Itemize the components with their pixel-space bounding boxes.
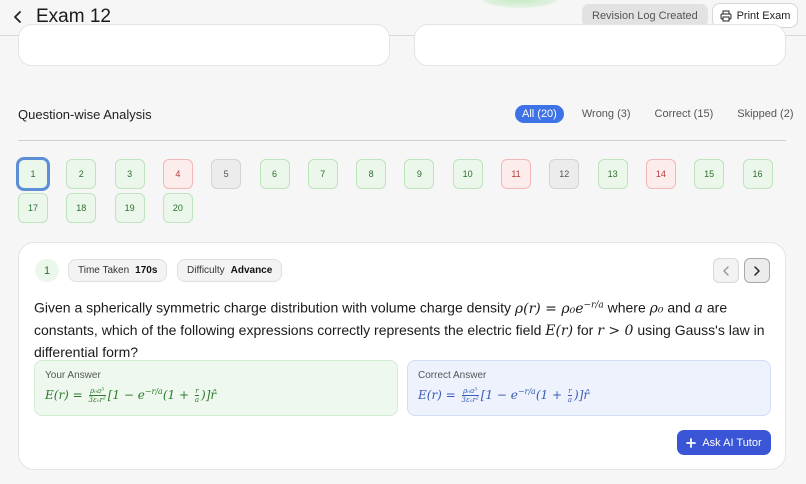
- summary-card-left: [18, 24, 390, 66]
- question-button[interactable]: 12: [549, 159, 580, 189]
- question-button[interactable]: 9: [404, 159, 435, 189]
- formula-bracket: [1 − e: [107, 388, 145, 402]
- math-density: ρ(r) = ρ₀e−r/a: [514, 300, 604, 317]
- correct-answer-formula: E(r) = ρ₀a³ 3ε₀r² [1 − e−r/a(1 + r a)]r̂: [418, 387, 760, 404]
- chevron-left-icon: [14, 11, 21, 23]
- question-button[interactable]: 8: [356, 159, 387, 189]
- plus-icon: [686, 437, 697, 448]
- formula-paren: (1 +: [162, 388, 193, 402]
- question-number-badge: 1: [35, 259, 59, 282]
- time-taken-pill: Time Taken 170s: [68, 259, 168, 282]
- question-button[interactable]: 19: [114, 193, 145, 223]
- formula-lhs: E(r) =: [45, 388, 87, 402]
- difficulty-label: Difficulty: [187, 265, 225, 276]
- question-button[interactable]: 15: [694, 159, 725, 189]
- previous-question-button[interactable]: [713, 258, 739, 283]
- question-text-part: Given a spherically symmetric charge dis…: [34, 299, 515, 316]
- question-button[interactable]: 4: [162, 159, 193, 189]
- formula-fraction: ra: [567, 387, 573, 404]
- formula-denominator: a: [194, 396, 200, 404]
- question-button[interactable]: 18: [66, 193, 97, 223]
- next-question-button[interactable]: [744, 258, 770, 283]
- formula-bracket: [1 − e: [480, 388, 518, 402]
- question-button[interactable]: 14: [645, 159, 676, 189]
- formula-denominator: 3ε₀r²: [461, 396, 479, 404]
- question-button[interactable]: 20: [162, 193, 193, 223]
- formula-exponent: −r/a: [517, 387, 536, 396]
- difficulty-value: Advance: [230, 265, 273, 276]
- formula-exponent: −r/a: [144, 387, 163, 396]
- question-button[interactable]: 17: [18, 193, 48, 223]
- formula-close: )]r̂: [574, 388, 590, 402]
- ask-ai-tutor-label: Ask AI Tutor: [702, 436, 762, 449]
- filter-tab[interactable]: All (20): [515, 105, 564, 123]
- question-button[interactable]: 11: [501, 159, 531, 189]
- question-button[interactable]: 2: [66, 159, 97, 189]
- question-button[interactable]: 7: [307, 159, 338, 189]
- formula-numerator: r: [567, 387, 573, 396]
- filter-tab[interactable]: Wrong (3): [576, 105, 637, 123]
- formula-close: )]r̂: [201, 388, 217, 402]
- correct-answer-box: Correct Answer E(r) = ρ₀a³ 3ε₀r² [1 − e−r/…: [407, 360, 771, 416]
- summary-card-right: [414, 24, 786, 66]
- your-answer-box: Your Answer E(r) = ρ₀a³ 3ε₀r² [1 − e−r/a(1…: [34, 360, 398, 416]
- filter-tab[interactable]: Correct (15): [649, 105, 720, 123]
- math-expression: ρ(r) = ρ₀e: [514, 300, 584, 317]
- difficulty-pill: Difficulty Advance: [177, 259, 283, 282]
- filter-tabs: All (20) Wrong (3) Correct (15) Skipped (2): [515, 105, 800, 123]
- chevron-right-icon: [754, 265, 760, 276]
- formula-numerator: ρ₀a³: [88, 387, 106, 396]
- ask-ai-tutor-button[interactable]: Ask AI Tutor: [677, 430, 771, 455]
- question-button[interactable]: 5: [211, 159, 242, 189]
- question-text-part: and: [663, 299, 695, 316]
- back-button[interactable]: [8, 7, 28, 27]
- formula-fraction: ρ₀a³ 3ε₀r²: [88, 387, 106, 404]
- formula-paren: (1 +: [535, 388, 566, 402]
- math-expression: E(r): [545, 322, 574, 339]
- filter-tab[interactable]: Skipped (2): [731, 105, 799, 123]
- time-taken-label: Time Taken: [78, 265, 130, 276]
- question-detail-card: 1 Time Taken 170s Difficulty Advance Giv…: [18, 242, 786, 470]
- question-button[interactable]: 3: [114, 159, 145, 189]
- formula-fraction: ρ₀a³ 3ε₀r²: [461, 387, 479, 404]
- formula-denominator: 3ε₀r²: [88, 396, 106, 404]
- question-button[interactable]: 13: [597, 159, 628, 189]
- printer-icon: [720, 10, 732, 21]
- formula-fraction: ra: [194, 387, 200, 404]
- formula-denominator: a: [567, 396, 573, 404]
- print-exam-label: Print Exam: [736, 9, 791, 22]
- divider: [18, 140, 786, 141]
- chevron-left-icon: [723, 265, 729, 276]
- question-button[interactable]: 6: [259, 159, 290, 189]
- question-button[interactable]: 10: [452, 159, 483, 189]
- your-answer-formula: E(r) = ρ₀a³ 3ε₀r² [1 − e−r/a(1 + r a)]r̂: [45, 387, 387, 404]
- section-title: Question-wise Analysis: [18, 107, 152, 122]
- question-button[interactable]: 1: [18, 159, 48, 189]
- question-button[interactable]: 16: [742, 159, 773, 189]
- math-expression: r > 0: [597, 322, 634, 339]
- math-expression: a: [694, 300, 703, 317]
- correct-answer-label: Correct Answer: [418, 370, 487, 381]
- math-exponent: −r/a: [583, 300, 604, 310]
- question-text-part: where: [603, 299, 650, 316]
- question-text-part: for: [573, 321, 598, 338]
- formula-numerator: r: [194, 387, 200, 396]
- time-taken-value: 170s: [135, 265, 158, 276]
- decorative-glow: [480, 0, 560, 8]
- math-expression: ρ₀: [649, 300, 664, 317]
- formula-lhs: E(r) =: [418, 388, 460, 402]
- your-answer-label: Your Answer: [45, 370, 101, 381]
- formula-numerator: ρ₀a³: [461, 387, 479, 396]
- question-text: Given a spherically symmetric charge dis…: [34, 295, 774, 363]
